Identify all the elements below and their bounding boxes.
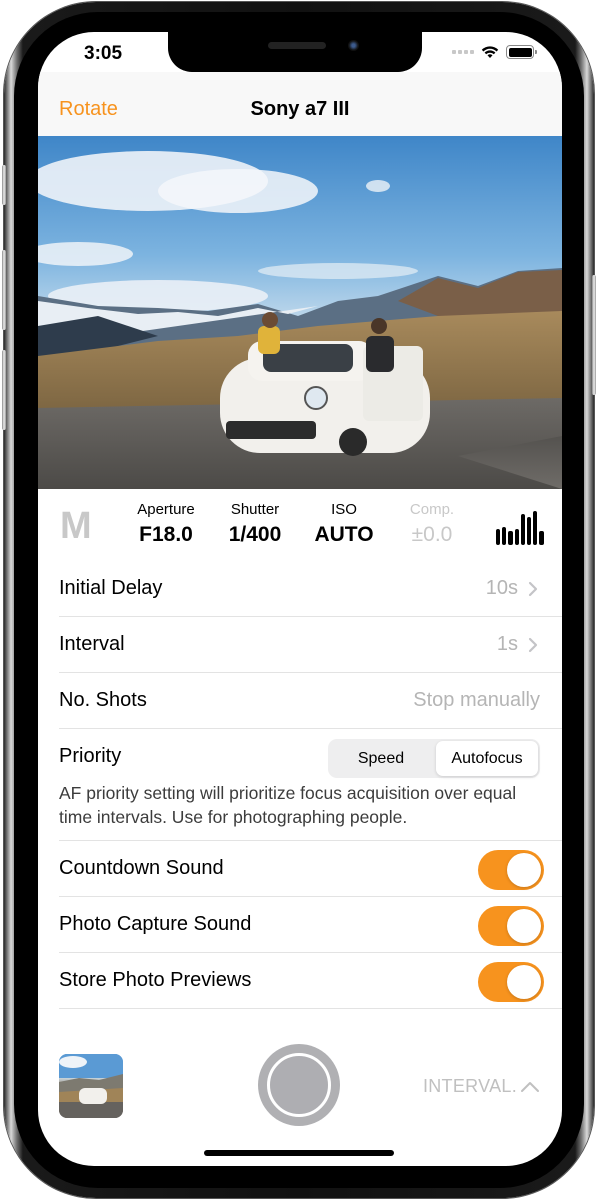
priority-row: Priority Speed Autofocus AF priority set… [38,729,562,841]
priority-label: Priority [59,745,122,767]
countdown-sound-toggle[interactable] [478,850,544,890]
status-icons [452,45,537,59]
countdown-sound-label: Countdown Sound [59,857,224,879]
aperture-label: Aperture [137,501,195,518]
toggle-knob [507,965,541,999]
priority-segmented-control[interactable]: Speed Autofocus [328,739,540,778]
side-power-button [592,275,596,395]
earpiece-speaker [268,42,326,49]
histogram-icon[interactable] [496,509,548,545]
shutter-label: Shutter [230,501,280,518]
number-of-shots-value[interactable]: Stop manually [413,689,540,712]
histogram-bar [508,531,513,545]
store-photo-previews-label: Store Photo Previews [59,969,252,991]
iso-control[interactable]: ISO AUTO [299,501,389,547]
shutter-inner-ring [267,1053,331,1117]
initial-delay-row[interactable]: Initial Delay 10s [38,561,562,617]
shutter-button[interactable] [258,1044,340,1126]
shutter-control[interactable]: Shutter 1/400 [210,501,300,547]
interval-row[interactable]: Interval 1s [38,617,562,673]
iso-value: AUTO [314,523,374,546]
app-screen: 3:05 Rotate Sony a7 III M Aperture F18.0… [38,32,562,1166]
exposure-info-bar: M Aperture F18.0 Shutter 1/400 ISO AUTO … [38,489,562,561]
wifi-icon [481,46,499,58]
capture-mode-selector[interactable]: INTERVAL. [423,1076,540,1097]
exposure-compensation-control: Comp. ±0.0 [387,501,477,547]
histogram-bar [526,516,532,545]
priority-option-autofocus[interactable]: Autofocus [436,741,538,776]
silent-switch [2,165,6,205]
priority-option-speed[interactable]: Speed [330,741,432,776]
home-indicator[interactable] [204,1150,394,1156]
page-title: Sony a7 III [250,98,350,120]
volume-up-button [2,250,6,330]
aperture-value: F18.0 [139,523,193,546]
histogram-bar [520,514,525,545]
histogram-bar [533,510,538,545]
toggle-knob [507,909,541,943]
countdown-sound-row: Countdown Sound [38,841,562,897]
comp-value: ±0.0 [411,523,453,546]
last-photo-thumbnail[interactable] [59,1054,123,1118]
chevron-up-icon [521,1081,539,1092]
store-photo-previews-toggle[interactable] [478,962,544,1002]
status-time: 3:05 [84,43,123,64]
store-photo-previews-row: Store Photo Previews [38,953,562,1009]
priority-description: AF priority setting will prioritize focu… [59,783,517,827]
photo-capture-sound-label: Photo Capture Sound [59,913,252,935]
toggle-knob [507,853,541,887]
capture-mode-label: INTERVAL. [422,1076,517,1096]
chevron-right-icon [528,637,538,653]
initial-delay-value: 10s [485,577,518,599]
shooting-mode-indicator: M [60,505,92,547]
landscape-photo [38,136,562,489]
photo-capture-sound-row: Photo Capture Sound [38,897,562,953]
number-of-shots-row[interactable]: No. Shots Stop manually [38,673,562,729]
iso-label: ISO [331,501,357,518]
thumbnail-image [59,1054,123,1118]
histogram-bar [514,528,519,545]
battery-icon [506,45,537,59]
front-camera [348,40,359,51]
signal-dots-icon [452,50,474,54]
comp-label: Comp. [409,501,455,518]
divider [59,1008,562,1009]
number-of-shots-label: No. Shots [59,689,147,711]
shutter-value: 1/400 [228,523,282,546]
interval-label: Interval [59,633,125,655]
notch [168,32,422,72]
aperture-control[interactable]: Aperture F18.0 [121,501,211,547]
histogram-bar [502,527,507,545]
live-view-preview[interactable] [38,136,562,489]
interval-value: 1s [496,633,518,655]
histogram-bar [539,530,544,545]
photo-capture-sound-toggle[interactable] [478,906,544,946]
volume-down-button [2,350,6,430]
histogram-bar [496,528,501,545]
chevron-right-icon [528,581,538,597]
initial-delay-label: Initial Delay [59,577,163,599]
navigation-bar: Rotate Sony a7 III [38,72,562,136]
